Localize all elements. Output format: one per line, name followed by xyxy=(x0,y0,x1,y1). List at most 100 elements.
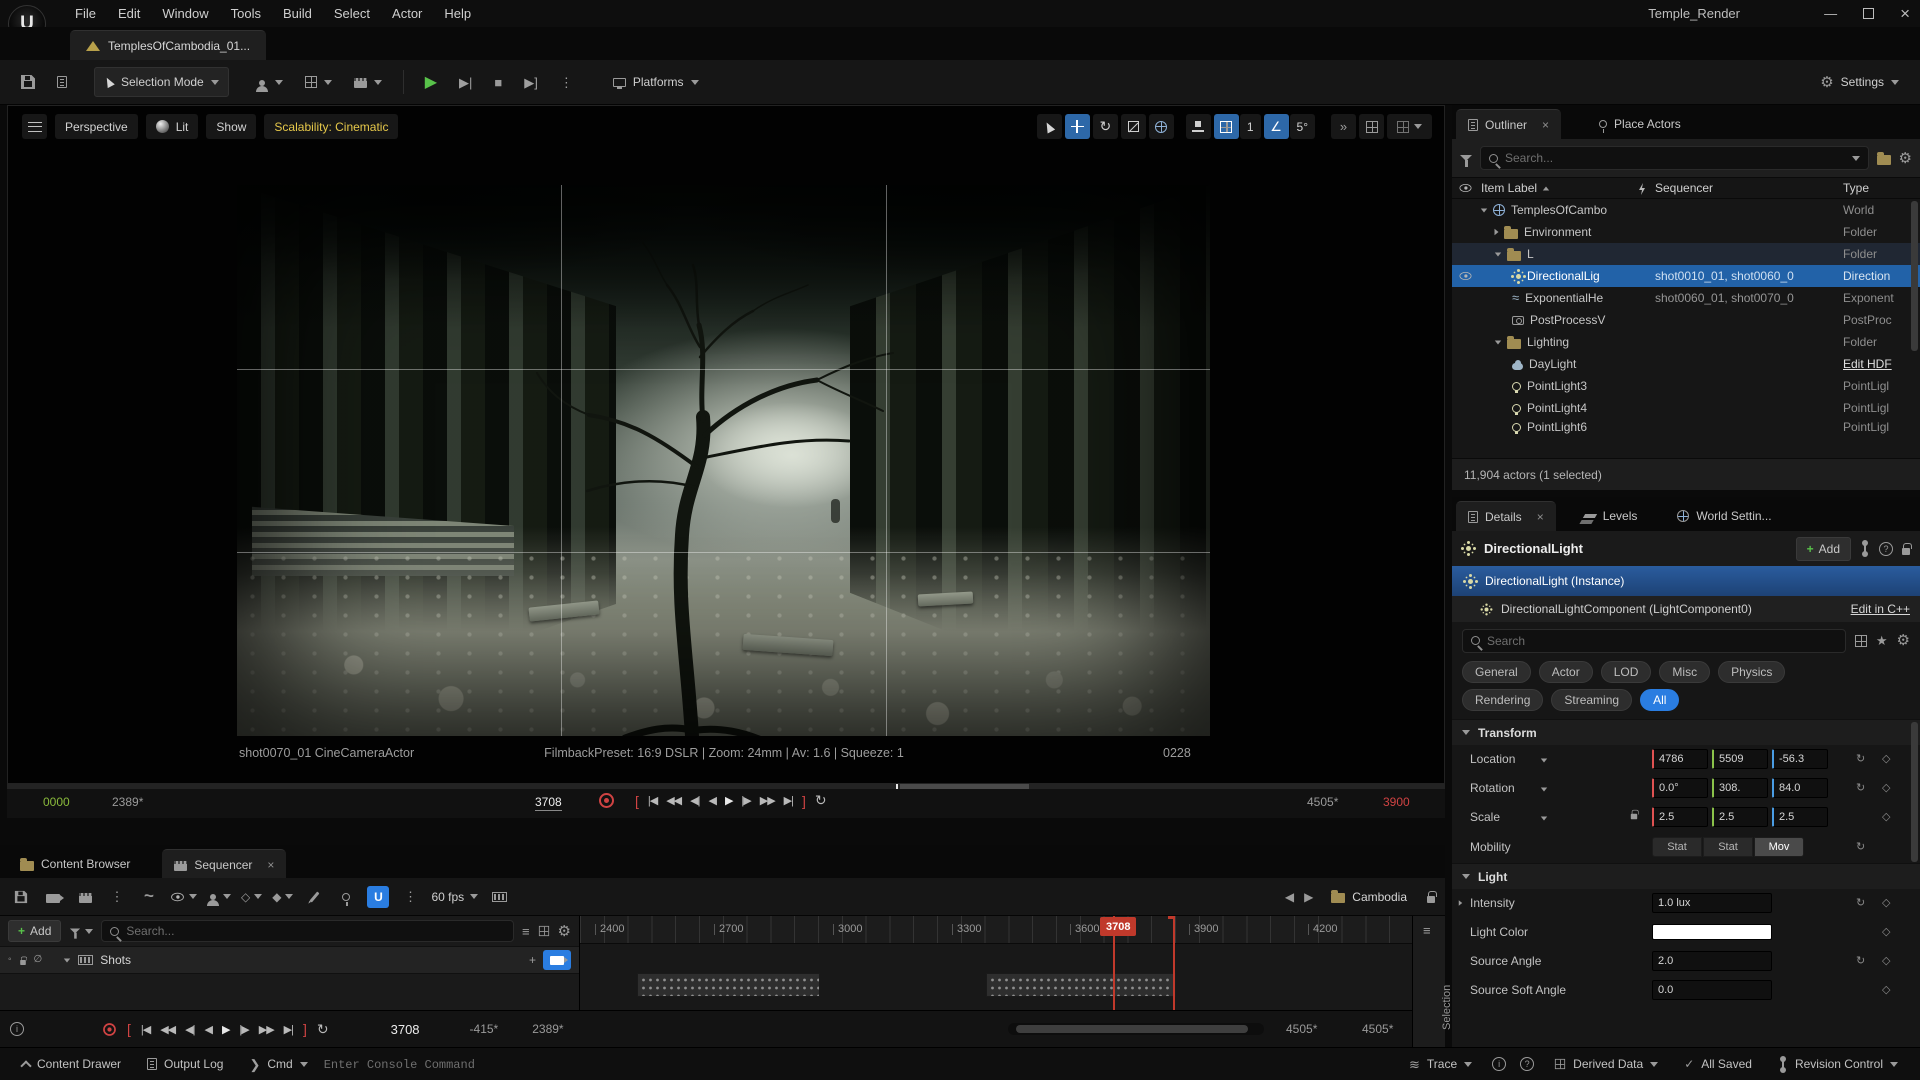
view-mode-dropdown[interactable]: Lit xyxy=(146,114,199,139)
soft-angle-field[interactable]: 0.0 xyxy=(1652,980,1772,1000)
menu-build[interactable]: Build xyxy=(272,0,323,27)
mobility-static-button[interactable]: Stat xyxy=(1652,837,1702,857)
cinematic-scrub-bar[interactable]: 0000 2389* 3708 [ |◀ ◀◀ ◀| ◀ ▶ |▶ ▶▶ ▶| … xyxy=(7,784,1445,818)
select-tool-button[interactable] xyxy=(1037,114,1062,139)
tab-details[interactable]: Details × xyxy=(1456,501,1556,531)
menu-window[interactable]: Window xyxy=(151,0,219,27)
maximize-viewport-dropdown[interactable] xyxy=(1387,114,1432,139)
auto-key-dropdown[interactable]: ◆ xyxy=(272,890,293,904)
output-log-button[interactable]: Output Log xyxy=(137,1048,233,1080)
viewport-panel[interactable]: Perspective Lit Show Scalability: Cinema… xyxy=(7,105,1445,784)
sequencer-add-button[interactable]: + Add xyxy=(8,920,61,942)
filter-chip-all[interactable]: All xyxy=(1640,689,1679,711)
current-frame-field[interactable]: 3708 xyxy=(391,1022,420,1037)
grid-snap-toggle[interactable] xyxy=(1214,114,1239,139)
insights-button[interactable] xyxy=(1488,1053,1510,1075)
column-item-label[interactable]: Item Label xyxy=(1481,181,1537,195)
close-button[interactable]: × xyxy=(1900,4,1910,24)
reset-to-default-icon[interactable]: ↻ xyxy=(1856,954,1865,967)
step-forward-button[interactable]: |▶ xyxy=(239,1023,248,1036)
cinematics-dropdown[interactable] xyxy=(345,67,391,97)
shots-track-row[interactable]: ◦ ∅ Shots + xyxy=(0,946,579,974)
marker-button[interactable] xyxy=(335,886,357,908)
keyframe-diamond-icon[interactable]: ◇ xyxy=(1882,896,1890,909)
blueprint-convert-icon[interactable] xyxy=(1864,543,1866,554)
close-icon[interactable]: × xyxy=(1537,510,1544,524)
filter-chip-general[interactable]: General xyxy=(1462,661,1531,683)
info-icon[interactable] xyxy=(10,1022,24,1036)
add-component-button[interactable]: + Add xyxy=(1796,537,1851,561)
keyframe-diamond-icon[interactable]: ◇ xyxy=(1882,781,1890,794)
settings-dropdown[interactable]: Settings xyxy=(1811,67,1908,97)
row-sequencer-binding[interactable]: shot0010_01, shot0060_0 xyxy=(1655,269,1835,283)
keyframe-diamond-icon[interactable]: ◇ xyxy=(1882,810,1890,823)
filter-chip-streaming[interactable]: Streaming xyxy=(1551,689,1632,711)
menu-edit[interactable]: Edit xyxy=(107,0,151,27)
stop-button[interactable]: ■ xyxy=(485,67,511,97)
jump-back-button[interactable]: ◀◀ xyxy=(666,794,681,807)
console-command-input[interactable] xyxy=(324,1058,624,1072)
outliner-scrollbar[interactable] xyxy=(1911,201,1918,351)
sliders-icon[interactable]: ≡ xyxy=(1423,924,1431,937)
timeline-scrollbar-thumb[interactable] xyxy=(1016,1025,1248,1033)
step-back-button[interactable]: ◀| xyxy=(185,1023,194,1036)
keyframe-diamond-icon[interactable]: ◇ xyxy=(1882,925,1890,938)
jump-back-button[interactable]: ◀◀ xyxy=(160,1023,175,1036)
content-drawer-button[interactable]: Content Drawer xyxy=(12,1048,131,1080)
sequencer-column-icon[interactable] xyxy=(1638,183,1646,195)
reset-to-default-icon[interactable]: ↻ xyxy=(1856,896,1865,909)
outliner-row[interactable]: Lighting Folder xyxy=(1452,331,1920,353)
outliner-row[interactable]: PostProcessV PostProc xyxy=(1452,309,1920,331)
menu-actor[interactable]: Actor xyxy=(381,0,433,27)
scalability-warning[interactable]: Scalability: Cinematic xyxy=(264,114,398,139)
actions-dropdown[interactable] xyxy=(207,893,231,900)
toolbar-overflow-button[interactable]: » xyxy=(1331,114,1356,139)
scale-z-field[interactable]: 2.5 xyxy=(1772,807,1828,827)
track-filter-dropdown[interactable] xyxy=(69,928,93,934)
details-settings-icon[interactable] xyxy=(1897,633,1910,648)
play-forward-button[interactable]: ▶ xyxy=(725,794,732,807)
viewport-options-menu[interactable] xyxy=(22,114,47,139)
details-search[interactable] xyxy=(1462,629,1846,653)
jump-to-end-button[interactable]: ▶| xyxy=(284,1023,293,1036)
view-range-start[interactable]: -415* xyxy=(470,1022,499,1036)
playhead-flag[interactable]: 3708 xyxy=(1100,917,1136,936)
show-dropdown[interactable]: Show xyxy=(206,114,256,139)
play-options-kebab[interactable]: ⋮ xyxy=(551,67,582,97)
jump-to-start-button[interactable]: |◀ xyxy=(648,794,657,807)
add-shot-icon[interactable]: + xyxy=(529,953,536,967)
rotation-y-field[interactable]: 308. xyxy=(1712,778,1768,798)
sequencer-lock-icon[interactable] xyxy=(1427,896,1435,903)
rotation-label[interactable]: Rotation xyxy=(1470,781,1515,795)
scale-lock-icon[interactable] xyxy=(1631,814,1637,820)
maximize-button[interactable] xyxy=(1863,8,1874,19)
fps-dropdown[interactable]: 60 fps xyxy=(431,890,478,904)
move-tool-button[interactable] xyxy=(1065,114,1090,139)
track-pin-icon[interactable]: ◦ xyxy=(8,955,12,965)
close-icon[interactable]: × xyxy=(267,858,274,872)
eject-button[interactable]: ▶] xyxy=(515,67,547,97)
tab-sequencer[interactable]: Sequencer × xyxy=(162,849,286,879)
edit-hdri-link[interactable]: Edit HDF xyxy=(1843,357,1913,371)
keyframe-diamond-icon[interactable]: ◇ xyxy=(1882,954,1890,967)
menu-tools[interactable]: Tools xyxy=(220,0,272,27)
menu-help[interactable]: Help xyxy=(433,0,482,27)
sequencer-save-button[interactable] xyxy=(10,886,32,908)
history-back-button[interactable]: ◀ xyxy=(1285,890,1294,904)
source-angle-field[interactable]: 2.0 xyxy=(1652,951,1772,971)
filter-chip-lod[interactable]: LOD xyxy=(1601,661,1652,683)
grid-snap-value-dropdown[interactable]: 1 xyxy=(1240,114,1261,139)
render-movie-button[interactable] xyxy=(74,886,96,908)
outliner-search-input[interactable] xyxy=(1505,151,1845,165)
track-search[interactable] xyxy=(101,920,514,942)
location-dropdown-icon[interactable] xyxy=(1541,759,1547,763)
world-space-toggle[interactable] xyxy=(1149,114,1174,139)
editor-modes-button[interactable] xyxy=(48,67,76,97)
tab-world-settings[interactable]: World Settin... xyxy=(1665,501,1783,531)
scrub-current-frame[interactable]: 3708 xyxy=(535,795,562,811)
view-options-dropdown[interactable] xyxy=(170,892,197,902)
play-reverse-button[interactable]: ◀ xyxy=(708,794,715,807)
track-search-input[interactable] xyxy=(126,924,505,938)
track-lock-icon[interactable] xyxy=(20,960,26,965)
sequencer-record-button[interactable] xyxy=(103,1023,116,1036)
